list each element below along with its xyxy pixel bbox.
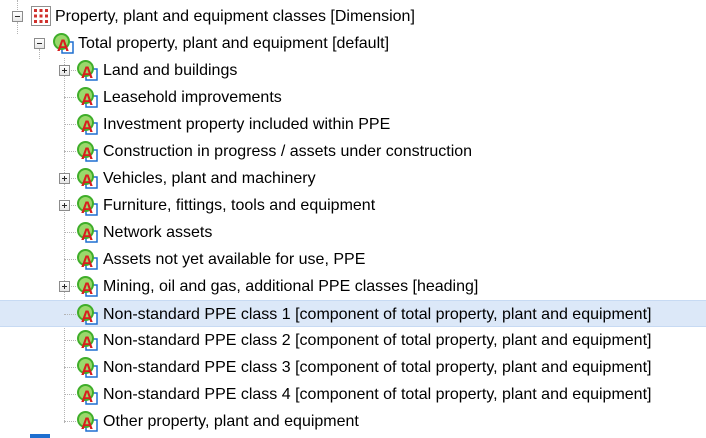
abstract-element-icon: A	[77, 141, 98, 162]
tree-node-label: Non-standard PPE class 4 [component of t…	[103, 386, 652, 403]
svg-text:A: A	[81, 117, 93, 135]
abstract-element-icon: A	[77, 357, 98, 378]
tree-row-child[interactable]: A Non-standard PPE class 1 [component of …	[0, 300, 706, 327]
abstract-element-icon: A	[77, 411, 98, 432]
tree-node-label: Furniture, fittings, tools and equipment	[103, 197, 376, 214]
abstract-element-icon: A	[77, 222, 98, 243]
tree-connector-branch	[64, 340, 76, 341]
tree-row-child[interactable]: A Investment property included within PPE	[0, 111, 706, 138]
tree-node-label: Other property, plant and equipment	[103, 413, 359, 430]
abstract-element-icon: A	[77, 195, 98, 216]
tree-node-label: Mining, oil and gas, additional PPE clas…	[103, 278, 479, 295]
tree-connector-branch	[64, 394, 76, 395]
tree-node-label: Investment property included within PPE	[103, 116, 391, 133]
tree-row-child[interactable]: A Mining, oil and gas, additional PPE cla…	[0, 273, 706, 300]
svg-text:A: A	[81, 63, 93, 81]
expand-toggle[interactable]	[59, 200, 70, 211]
abstract-element-icon: A	[77, 249, 98, 270]
tree-node-label: Vehicles, plant and machinery	[103, 170, 316, 187]
abstract-element-icon: A	[77, 114, 98, 135]
tree-connector-branch	[64, 232, 76, 233]
tree-row-child[interactable]: A Construction in progress / assets under…	[0, 138, 706, 165]
tree-row-dimension[interactable]: Property, plant and equipment classes [D…	[0, 3, 706, 30]
tree-row-child[interactable]: A Non-standard PPE class 3 [component of …	[0, 354, 706, 381]
svg-text:A: A	[81, 307, 93, 325]
tree-node-label: Non-standard PPE class 3 [component of t…	[103, 359, 652, 376]
tree-node-label: Leasehold improvements	[103, 89, 282, 106]
tree-row-child[interactable]: A Other property, plant and equipment	[0, 408, 706, 435]
expand-toggle[interactable]	[59, 173, 70, 184]
collapse-toggle-dimension[interactable]	[12, 11, 23, 22]
tree-row-child[interactable]: A Leasehold improvements	[0, 84, 706, 111]
svg-text:A: A	[81, 90, 93, 108]
tree-node-label: Property, plant and equipment classes [D…	[55, 8, 415, 25]
tree-row-child[interactable]: A Land and buildings	[0, 57, 706, 84]
svg-text:A: A	[81, 360, 93, 378]
dimension-tree-view[interactable]: Property, plant and equipment classes [D…	[0, 0, 706, 438]
svg-text:A: A	[81, 198, 93, 216]
tree-row-child[interactable]: A Network assets	[0, 219, 706, 246]
tree-connector-branch	[64, 367, 76, 368]
tree-connector-branch	[64, 421, 76, 422]
abstract-element-icon: A	[53, 33, 74, 54]
tree-row-child[interactable]: A Vehicles, plant and machinery	[0, 165, 706, 192]
abstract-element-icon: A	[77, 384, 98, 405]
abstract-element-icon: A	[77, 60, 98, 81]
tree-node-label: Network assets	[103, 224, 213, 241]
tree-node-label: Assets not yet available for use, PPE	[103, 251, 366, 268]
svg-text:A: A	[81, 279, 93, 297]
tree-connector-branch	[64, 97, 76, 98]
svg-text:A: A	[81, 252, 93, 270]
abstract-element-icon: A	[77, 87, 98, 108]
svg-text:A: A	[81, 225, 93, 243]
abstract-element-icon: A	[77, 276, 98, 297]
tree-row-child[interactable]: A Assets not yet available for use, PPE	[0, 246, 706, 273]
svg-text:A: A	[81, 333, 93, 351]
abstract-element-icon: A	[77, 330, 98, 351]
expand-toggle[interactable]	[59, 281, 70, 292]
svg-text:A: A	[81, 414, 93, 432]
tree-connector-branch	[64, 124, 76, 125]
expand-toggle[interactable]	[59, 65, 70, 76]
tree-node-label: Land and buildings	[103, 62, 238, 79]
tree-node-label: Total property, plant and equipment [def…	[78, 35, 390, 52]
tree-connector-branch	[64, 314, 76, 315]
dimension-grid-icon	[31, 6, 51, 26]
abstract-element-icon: A	[77, 168, 98, 189]
tree-row-child[interactable]: A Furniture, fittings, tools and equipmen…	[0, 192, 706, 219]
tree-row-child[interactable]: A Non-standard PPE class 2 [component of …	[0, 327, 706, 354]
abstract-element-icon: A	[77, 304, 98, 325]
tree-node-label: Non-standard PPE class 1 [component of t…	[103, 306, 652, 323]
svg-text:A: A	[81, 144, 93, 162]
tree-node-label: Non-standard PPE class 2 [component of t…	[103, 332, 652, 349]
tree-row-default-member[interactable]: A Total property, plant and equipment [d…	[0, 30, 706, 57]
next-sibling-peek	[30, 434, 50, 438]
tree-node-label: Construction in progress / assets under …	[103, 143, 473, 160]
tree-connector-branch	[64, 259, 76, 260]
tree-connector-branch	[64, 151, 76, 152]
svg-text:A: A	[81, 171, 93, 189]
svg-text:A: A	[57, 36, 69, 54]
tree-row-child[interactable]: A Non-standard PPE class 4 [component of …	[0, 381, 706, 408]
collapse-toggle-default-member[interactable]	[34, 38, 45, 49]
svg-text:A: A	[81, 387, 93, 405]
